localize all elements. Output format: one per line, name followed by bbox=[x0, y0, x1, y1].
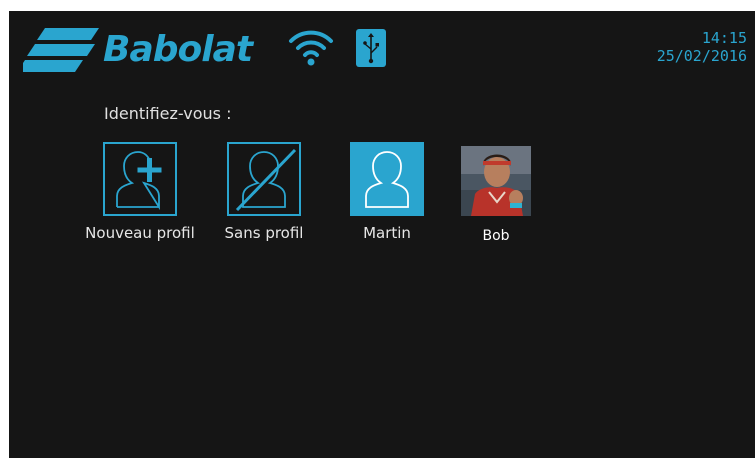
clock: 14:15 25/02/2016 bbox=[657, 29, 747, 65]
bob-photo-image bbox=[461, 146, 531, 216]
profile-none-tile[interactable] bbox=[227, 142, 301, 216]
clock-time: 14:15 bbox=[701, 29, 747, 47]
profile-martin-label: Martin bbox=[363, 224, 411, 242]
profile-bob-label: Bob bbox=[482, 228, 510, 244]
wifi-icon bbox=[289, 30, 333, 66]
profile-new[interactable]: Nouveau profil bbox=[80, 142, 200, 242]
profile-martin-tile[interactable] bbox=[350, 142, 424, 216]
identify-prompt: Identifiez-vous : bbox=[104, 104, 232, 123]
user-icon bbox=[365, 151, 409, 208]
usb-icon bbox=[356, 29, 386, 67]
no-user-icon bbox=[235, 148, 297, 212]
babolat-mark-icon bbox=[23, 28, 99, 72]
add-user-icon bbox=[116, 151, 162, 211]
profile-bob[interactable]: Bob bbox=[446, 143, 546, 244]
clock-date: 25/02/2016 bbox=[656, 47, 747, 65]
profile-new-tile[interactable] bbox=[103, 142, 177, 216]
profile-martin[interactable]: Martin bbox=[327, 142, 447, 242]
profile-none-label: Sans profil bbox=[224, 224, 304, 242]
profile-none[interactable]: Sans profil bbox=[204, 142, 324, 242]
profile-new-label: Nouveau profil bbox=[85, 224, 195, 242]
babolat-logo: Babolat bbox=[23, 25, 253, 75]
screen: Babolat 14:15 25/02/2016 Identifiez-vous… bbox=[9, 11, 755, 458]
brand-name: Babolat bbox=[103, 28, 253, 70]
profile-bob-photo[interactable] bbox=[461, 146, 531, 216]
